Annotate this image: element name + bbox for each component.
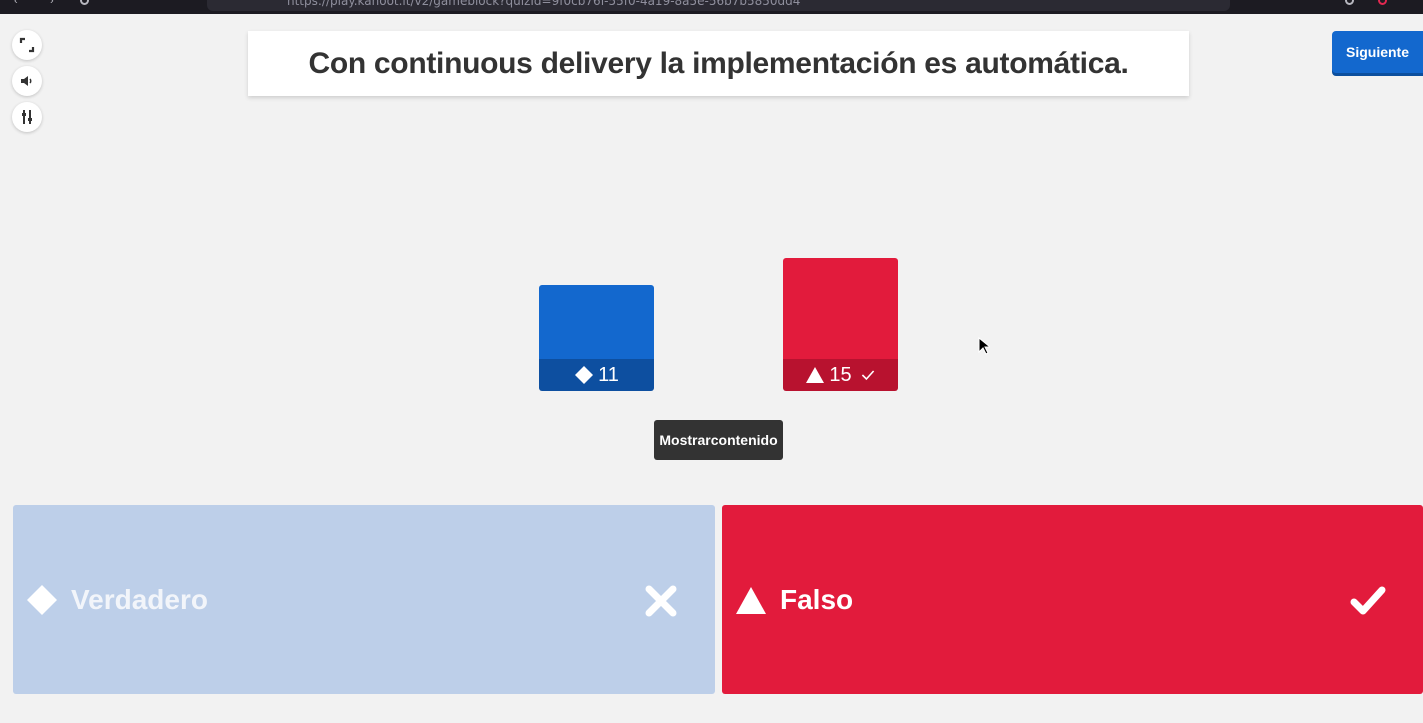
browser-toolbar: ‹ › https://play.kahoot.it/v2/gameblock?… [0, 0, 1423, 14]
question-box: Con continuous delivery la implementació… [248, 31, 1189, 96]
speaker-icon [21, 76, 32, 86]
mouse-cursor-icon [978, 337, 990, 355]
check-icon [1350, 586, 1386, 615]
check-icon [861, 370, 874, 381]
url-text: https://play.kahoot.it/v2/gameblock?quiz… [287, 0, 801, 8]
account-icon[interactable] [1345, 0, 1354, 5]
result-bar-footer: 11 [539, 359, 654, 391]
reload-icon[interactable] [80, 0, 89, 5]
show-content-label-line1: Mostrar [659, 431, 711, 448]
cross-icon [645, 585, 677, 617]
settings-button[interactable] [12, 102, 42, 132]
forward-icon[interactable]: › [50, 0, 62, 7]
answer-label: Falso [780, 583, 854, 615]
sound-button[interactable] [12, 66, 42, 96]
result-bar-diamond: 11 [539, 285, 654, 391]
sliders-icon [22, 110, 32, 124]
notification-icon[interactable] [1378, 0, 1387, 5]
result-bar-footer: 15 [783, 359, 898, 391]
result-bar-fill [539, 285, 654, 359]
answer-option-falso[interactable]: Falso [722, 505, 1423, 694]
answer-label: Verdadero [71, 583, 208, 615]
diamond-icon [27, 584, 57, 615]
show-content-button[interactable]: Mostrar contenido [654, 420, 783, 460]
question-text: Con continuous delivery la implementació… [308, 46, 1129, 80]
result-count: 15 [829, 363, 852, 386]
triangle-icon [806, 367, 825, 383]
back-icon[interactable]: ‹ [14, 0, 26, 7]
address-bar[interactable]: https://play.kahoot.it/v2/gameblock?quiz… [207, 0, 1230, 11]
answer-option-verdadero[interactable]: Verdadero [13, 505, 715, 694]
triangle-icon [736, 586, 766, 614]
fullscreen-icon [19, 37, 35, 53]
result-count: 11 [598, 363, 619, 386]
next-button[interactable]: Siguiente [1332, 31, 1423, 73]
result-bar-fill [783, 258, 898, 359]
fullscreen-button[interactable] [12, 30, 42, 60]
result-bar-triangle: 15 [783, 258, 898, 391]
show-content-label-line2: contenido [710, 431, 778, 448]
diamond-icon [575, 366, 594, 384]
